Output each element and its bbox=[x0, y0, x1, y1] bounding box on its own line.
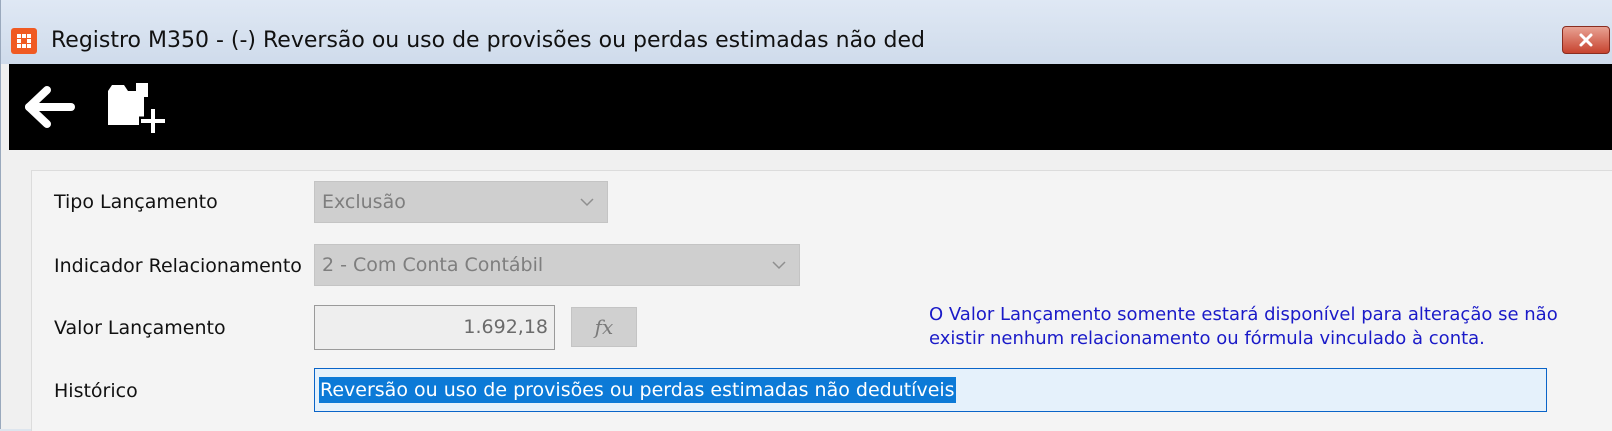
new-record-button[interactable] bbox=[103, 76, 169, 138]
close-icon bbox=[1579, 33, 1593, 47]
folder-add-icon bbox=[108, 83, 167, 135]
tipo-lancamento-select[interactable]: Exclusão bbox=[314, 181, 608, 223]
arrow-left-icon bbox=[25, 86, 75, 128]
historico-selected-text: Reversão ou uso de provisões ou perdas e… bbox=[319, 377, 956, 403]
dialog-window: Registro M350 - (-) Reversão ou uso de p… bbox=[0, 0, 1612, 431]
tipo-lancamento-value: Exclusão bbox=[322, 191, 406, 213]
formula-button[interactable]: fx bbox=[571, 307, 637, 347]
valor-lancamento-label: Valor Lançamento bbox=[54, 317, 226, 339]
window-title: Registro M350 - (-) Reversão ou uso de p… bbox=[51, 28, 925, 53]
tipo-lancamento-label: Tipo Lançamento bbox=[54, 191, 218, 213]
valor-info-text: O Valor Lançamento somente estará dispon… bbox=[929, 304, 1558, 349]
chevron-down-icon bbox=[580, 198, 594, 207]
historico-input[interactable]: Reversão ou uso de provisões ou perdas e… bbox=[314, 368, 1547, 412]
chevron-down-icon bbox=[772, 261, 786, 270]
indicador-relacionamento-label: Indicador Relacionamento bbox=[54, 255, 302, 277]
app-icon bbox=[11, 28, 37, 54]
indicador-relacionamento-select[interactable]: 2 - Com Conta Contábil bbox=[314, 244, 800, 286]
back-button[interactable] bbox=[23, 84, 79, 130]
toolbar bbox=[9, 64, 1612, 150]
valor-lancamento-input[interactable]: 1.692,18 bbox=[314, 305, 555, 350]
indicador-relacionamento-value: 2 - Com Conta Contábil bbox=[322, 254, 544, 276]
title-bar[interactable]: Registro M350 - (-) Reversão ou uso de p… bbox=[1, 0, 1612, 64]
historico-label: Histórico bbox=[54, 380, 138, 402]
close-button[interactable] bbox=[1562, 26, 1610, 54]
